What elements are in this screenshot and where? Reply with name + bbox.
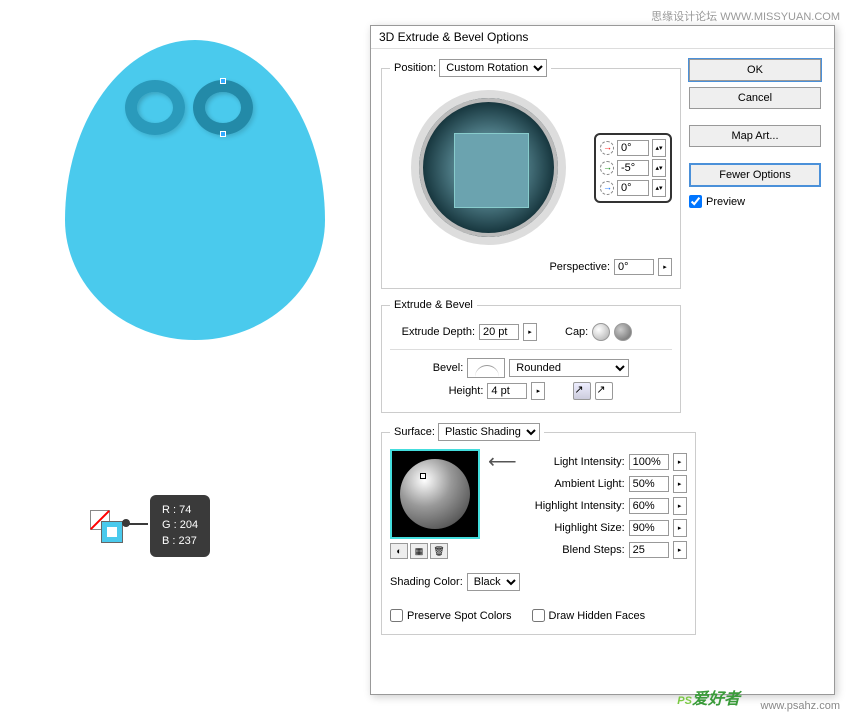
hi-spinner[interactable]: ▸ [673,497,687,515]
position-label: Position: [394,62,436,74]
g-value: 204 [180,519,198,531]
b-label: B : [162,535,175,547]
preserve-spot-checkbox[interactable]: Preserve Spot Colors [390,609,512,622]
rgb-tooltip: R : 74 G : 204 B : 237 [150,495,210,557]
light-back-button[interactable]: ◐ [390,543,408,559]
cube-front-face [454,133,529,208]
surface-label: Surface: [394,426,435,438]
bevel-preview-icon [467,358,505,378]
egg-shape [65,40,325,340]
cap-off-icon[interactable] [614,323,632,341]
color-swatch-area [90,510,120,540]
y-axis-icon [600,161,614,175]
shading-color-dropdown[interactable]: Black [467,573,520,591]
watermark-bottom: www.psahz.com [761,700,840,712]
bevel-extent-out-icon[interactable]: ↗ [595,382,613,400]
height-spinner[interactable]: ▸ [531,382,545,400]
height-input[interactable] [487,383,527,399]
z-axis-icon [600,181,614,195]
extrude-legend: Extrude & Bevel [390,299,477,311]
new-light-button[interactable]: ▦ [410,543,428,559]
dialog-title: 3D Extrude & Bevel Options [371,26,834,49]
bevel-label: Bevel: [433,362,464,374]
shading-color-label: Shading Color: [390,576,463,588]
arrow-icon: ⟵ [488,449,517,563]
hs-spinner[interactable]: ▸ [673,519,687,537]
bevel-dropdown[interactable]: Rounded [509,359,629,377]
perspective-input[interactable] [614,259,654,275]
torus-right-selected[interactable] [193,80,253,135]
light-position-dot[interactable] [420,473,426,479]
light-sphere-preview[interactable] [390,449,480,539]
r-value: 74 [179,504,191,516]
surface-dropdown[interactable]: Plastic Shading [438,423,540,441]
blend-steps-label: Blend Steps: [525,544,625,556]
delete-light-button[interactable]: 🗑 [430,543,448,559]
rotation-axes: ▴▾ ▴▾ ▴▾ [594,133,672,203]
z-rotation-input[interactable] [617,180,649,196]
fewer-options-button[interactable]: Fewer Options [689,163,821,187]
bevel-extent-in-icon[interactable]: ↗ [573,382,591,400]
cap-label: Cap: [565,326,588,338]
stroke-swatch[interactable] [102,522,122,542]
ambient-input[interactable] [629,476,669,492]
depth-input[interactable] [479,324,519,340]
torus-left [125,80,185,135]
highlight-intensity-label: Highlight Intensity: [525,500,625,512]
highlight-intensity-input[interactable] [629,498,669,514]
cancel-button[interactable]: Cancel [689,87,821,109]
depth-spinner[interactable]: ▸ [523,323,537,341]
map-art-button[interactable]: Map Art... [689,125,821,147]
am-spinner[interactable]: ▸ [673,475,687,493]
ambient-label: Ambient Light: [525,478,625,490]
depth-label: Extrude Depth: [390,326,475,338]
draw-hidden-checkbox[interactable]: Draw Hidden Faces [532,609,646,622]
height-label: Height: [449,385,484,397]
light-intensity-input[interactable] [629,454,669,470]
perspective-label: Perspective: [549,261,610,273]
x-rotation-input[interactable] [617,140,649,156]
rotation-trackball[interactable] [411,90,566,245]
position-dropdown[interactable]: Custom Rotation [439,59,547,77]
g-label: G : [162,519,177,531]
r-label: R : [162,504,176,516]
light-intensity-label: Light Intensity: [525,456,625,468]
ok-button[interactable]: OK [689,59,821,81]
b-value: 237 [179,535,197,547]
li-spinner[interactable]: ▸ [673,453,687,471]
y-rotation-input[interactable] [617,160,649,176]
surface-fieldset: Surface: Plastic Shading ◐ ▦ 🗑 [381,423,696,635]
3d-extrude-dialog: 3D Extrude & Bevel Options Position: Cus… [370,25,835,695]
x-spinner[interactable]: ▴▾ [652,139,666,157]
z-spinner[interactable]: ▴▾ [652,179,666,197]
fill-stroke-swatch[interactable] [90,510,120,540]
highlight-size-label: Highlight Size: [525,522,625,534]
perspective-spinner[interactable]: ▸ [658,258,672,276]
y-spinner[interactable]: ▴▾ [652,159,666,177]
preview-checkbox[interactable]: Preview [689,195,821,208]
watermark-top: 思缘设计论坛 WWW.MISSYUAN.COM [651,8,840,24]
position-fieldset: Position: Custom Rotation ▴▾ ▴▾ ▴▾ [381,59,681,289]
blend-steps-input[interactable] [629,542,669,558]
x-axis-icon [600,141,614,155]
highlight-size-input[interactable] [629,520,669,536]
watermark-logo: PS爱好者 [677,684,740,710]
bs-spinner[interactable]: ▸ [673,541,687,559]
cap-on-icon[interactable] [592,323,610,341]
extrude-fieldset: Extrude & Bevel Extrude Depth: ▸ Cap: Be… [381,299,681,413]
